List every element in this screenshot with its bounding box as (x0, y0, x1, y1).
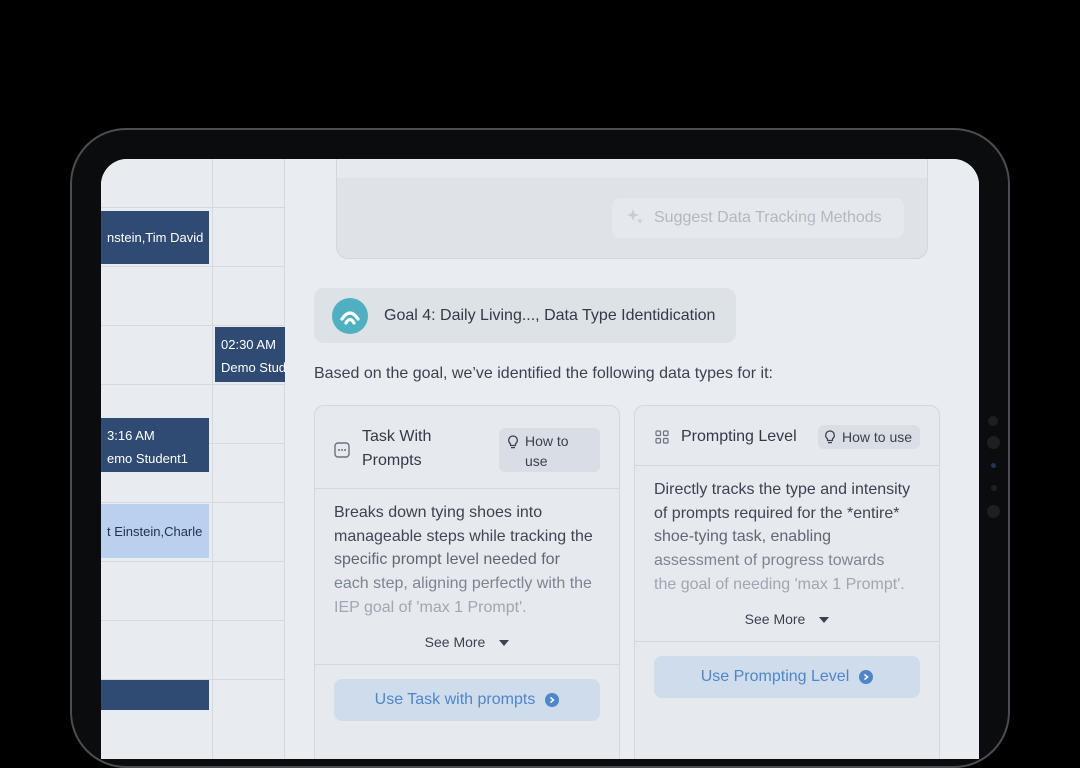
description-line: manageable steps while tracking the (334, 527, 593, 545)
card-title-line: Prompts (362, 452, 422, 469)
grid-line (101, 384, 285, 385)
camera-lens (987, 436, 1000, 449)
description-line: Directly tracks the type and intensity (654, 481, 911, 498)
how-to-use-button[interactable]: How to use (499, 428, 600, 472)
description-line: shoe-tying task, enabling (654, 528, 831, 546)
how-to-label: use (525, 453, 548, 469)
intro-text: Based on the goal, we’ve identified the … (314, 365, 773, 382)
description-line: Breaks down tying shoes into (334, 504, 543, 521)
suggestion-card: Suggest Data Tracking Methods (336, 159, 928, 259)
use-button-label: Use Task with prompts (374, 691, 536, 708)
suggestion-card-header (337, 159, 927, 178)
calendar-event[interactable] (101, 680, 209, 710)
data-type-card-task-with-prompts: Task With Prompts How to use Breaks down… (314, 405, 620, 759)
data-type-card-prompting-level: Prompting Level How to use Directly trac… (634, 405, 940, 759)
see-more-label: See More (744, 611, 806, 627)
calendar-event[interactable]: t Einstein,Charle (101, 504, 209, 558)
how-to-label: How to use (842, 429, 913, 445)
screen: nstein,Tim David 02:30 AM Demo Stud 3:16… (101, 159, 979, 759)
event-time: 3:16 AM (107, 428, 155, 443)
calendar-grid: nstein,Tim David 02:30 AM Demo Stud 3:16… (101, 159, 285, 759)
event-name: emo Student1 (107, 451, 188, 466)
use-button-label: Use Prompting Level (700, 668, 850, 685)
arrow-right-circle-icon (545, 693, 560, 707)
grid-line (101, 207, 285, 208)
calendar-event[interactable]: 02:30 AM Demo Stud (215, 327, 285, 382)
description-line: specific prompt level needed for (334, 551, 560, 569)
card-header: Task With Prompts How to use (315, 406, 619, 489)
card-description: Directly tracks the type and intensity o… (654, 478, 925, 597)
card-description: Breaks down tying shoes into manageable … (334, 501, 605, 620)
how-to-use-button[interactable]: How to use (818, 425, 920, 449)
task-list-icon (334, 442, 350, 463)
grid-line (101, 620, 285, 621)
card-divider (315, 664, 619, 665)
see-more-label: See More (424, 634, 486, 650)
event-time: 02:30 AM (221, 337, 276, 352)
description-line: each step, aligning perfectly with the (334, 575, 592, 593)
grid-line (101, 502, 285, 503)
chevron-down-icon (499, 640, 510, 647)
camera-sensor (988, 416, 998, 426)
goal-title: Goal 4: Daily Living..., Data Type Ident… (384, 306, 716, 324)
arrow-right-circle-icon (859, 670, 874, 684)
see-more-button[interactable]: See More (315, 634, 619, 650)
grid-line (212, 159, 213, 759)
camera-indicator (991, 463, 996, 468)
sparkle-icon (626, 207, 644, 230)
data-type-panel: Suggest Data Tracking Methods Goal 4: Da… (285, 159, 979, 759)
description-line: the goal of needing 'max 1 Prompt'. (654, 575, 905, 593)
calendar-event[interactable]: nstein,Tim David (101, 211, 209, 264)
grid-icon (655, 430, 669, 449)
lightbulb-icon (507, 434, 519, 454)
card-divider (635, 641, 939, 642)
calendar-event[interactable]: 3:16 AM emo Student1 (101, 418, 209, 472)
use-task-with-prompts-button[interactable]: Use Task with prompts (334, 679, 600, 721)
grid-line (101, 266, 285, 267)
event-name: t Einstein,Charle (107, 524, 203, 539)
description-line: of prompts required for the *entire* (654, 504, 900, 522)
chevron-down-icon (819, 617, 830, 624)
camera-flash (991, 485, 997, 491)
suggest-button-label: Suggest Data Tracking Methods (654, 209, 882, 226)
lightbulb-icon (824, 430, 836, 444)
goal-header: Goal 4: Daily Living..., Data Type Ident… (314, 288, 736, 343)
description-line: IEP goal of 'max 1 Prompt'. (334, 598, 527, 616)
card-title-line: Task With (362, 428, 432, 445)
how-to-label: How to (525, 433, 569, 449)
camera-lens-2 (987, 505, 1000, 518)
goal-logo-icon (332, 297, 368, 334)
use-prompting-level-button[interactable]: Use Prompting Level (654, 656, 920, 698)
grid-line (101, 325, 285, 326)
description-line: assessment of progress towards (654, 552, 885, 570)
card-header: Prompting Level How to use (635, 406, 939, 466)
event-name: nstein,Tim David (107, 230, 204, 245)
suggest-data-tracking-button[interactable]: Suggest Data Tracking Methods (612, 198, 904, 238)
see-more-button[interactable]: See More (635, 611, 939, 627)
event-name: Demo Stud (221, 360, 285, 375)
card-title: Prompting Level (681, 428, 797, 445)
grid-line (101, 561, 285, 562)
